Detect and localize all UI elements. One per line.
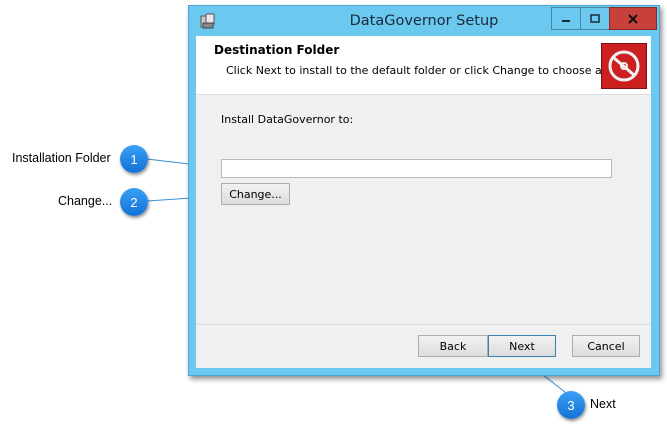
cancel-button[interactable]: Cancel: [572, 335, 640, 357]
next-button[interactable]: Next: [488, 335, 556, 357]
title-bar[interactable]: DataGovernor Setup: [189, 6, 659, 36]
callout-badge-2: 2: [120, 188, 148, 216]
callout-label-installation-folder: Installation Folder: [12, 151, 111, 165]
maximize-button[interactable]: [580, 7, 610, 30]
install-location-label: Install DataGovernor to:: [221, 113, 354, 126]
callout-badge-1: 1: [120, 145, 148, 173]
change-button[interactable]: Change...: [221, 183, 290, 205]
close-button[interactable]: [609, 7, 657, 30]
minimize-button[interactable]: [551, 7, 581, 30]
dialog-client-area: Destination Folder Click Next to install…: [196, 36, 651, 368]
callout-label-next: Next: [590, 397, 616, 411]
callout-label-change: Change...: [58, 194, 113, 208]
minimize-icon: [562, 19, 570, 22]
maximize-icon: [590, 13, 600, 23]
setup-window: DataGovernor Setup Destination Folder Cl…: [188, 5, 660, 376]
close-icon: [628, 13, 638, 24]
page-title: Destination Folder: [214, 43, 340, 57]
callout-badge-3: 3: [557, 391, 585, 419]
dialog-header: Destination Folder Click Next to install…: [196, 36, 651, 95]
installation-folder-input[interactable]: [221, 159, 612, 178]
back-button[interactable]: Back: [418, 335, 488, 357]
page-subtitle: Click Next to install to the default fol…: [226, 64, 631, 77]
footer-divider: [196, 324, 651, 325]
disc-logo-icon: [601, 43, 647, 89]
